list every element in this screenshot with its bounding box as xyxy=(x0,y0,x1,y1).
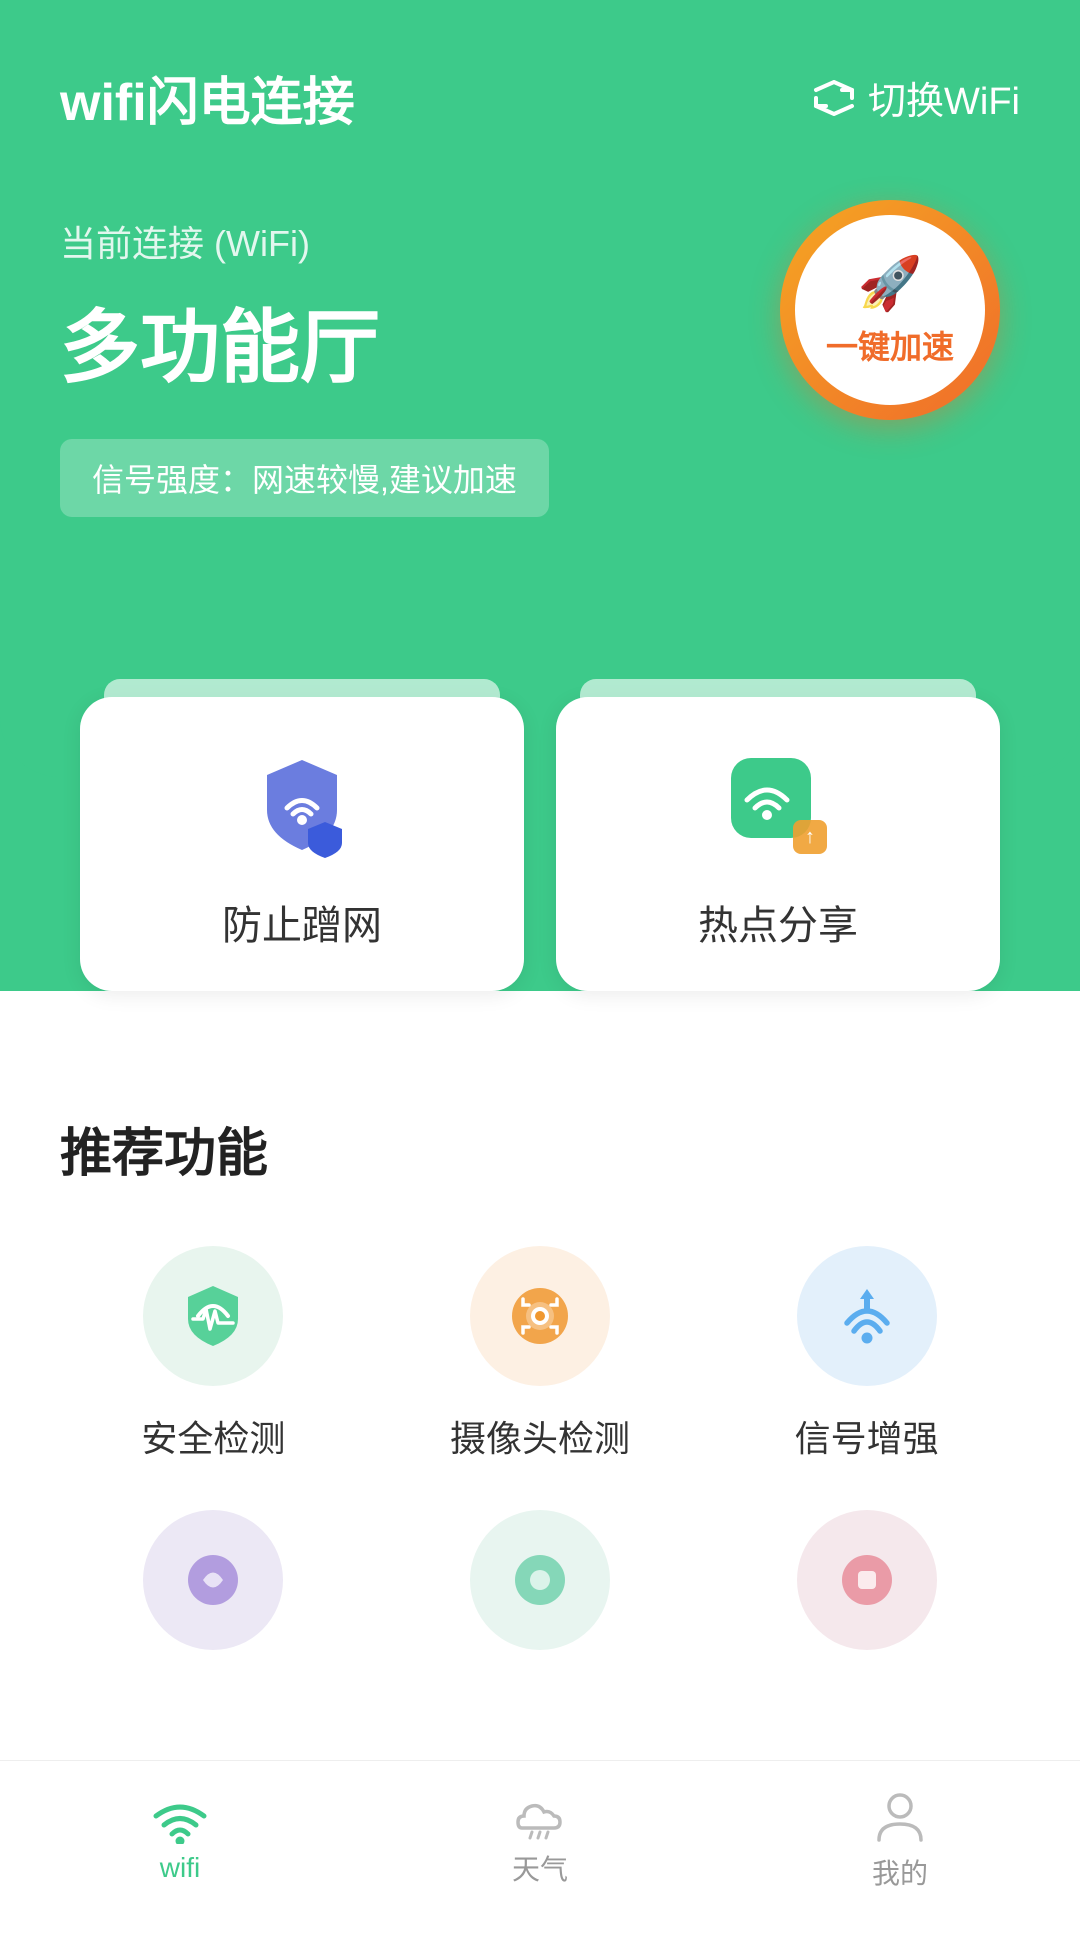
nav-mine-item[interactable]: 我的 xyxy=(720,1790,1080,1892)
header-section: wifi闪电连接 切换WiFi 当前连接 (WiFi) 多功能厅 信号强度：网速… xyxy=(0,0,1080,777)
wifi-nav-icon xyxy=(152,1798,208,1844)
feature5-icon-bg xyxy=(470,1510,610,1650)
nav-weather-item[interactable]: 天气 xyxy=(360,1794,720,1888)
camera-check-item[interactable]: 摄像头检测 xyxy=(387,1246,694,1462)
security-check-item[interactable]: 安全检测 xyxy=(60,1246,367,1462)
top-bar: wifi闪电连接 切换WiFi xyxy=(60,60,1020,135)
nav-wifi-label: wifi xyxy=(160,1852,200,1884)
switch-wifi-icon xyxy=(812,80,856,116)
security-check-label: 安全检测 xyxy=(141,1410,285,1462)
signal-boost-icon-bg xyxy=(797,1246,937,1386)
speed-button-inner: 🚀 一键加速 xyxy=(795,215,985,405)
camera-check-icon-bg xyxy=(470,1246,610,1386)
anti-freeload-label: 防止蹭网 xyxy=(222,893,382,951)
speed-button[interactable]: 🚀 一键加速 xyxy=(780,200,1000,420)
nav-mine-label: 我的 xyxy=(872,1852,928,1892)
switch-wifi-button[interactable]: 切换WiFi xyxy=(812,70,1020,125)
feature6-item[interactable] xyxy=(713,1510,1020,1674)
feature4-icon-bg xyxy=(143,1510,283,1650)
feature5-item[interactable] xyxy=(387,1510,694,1674)
signal-boost-item[interactable]: 信号增强 xyxy=(713,1246,1020,1462)
svg-text:↑: ↑ xyxy=(805,826,815,848)
signal-boost-label: 信号增强 xyxy=(795,1410,939,1462)
anti-freeload-card[interactable]: 防止蹭网 xyxy=(80,697,524,991)
hotspot-share-icon: ↑ xyxy=(718,745,838,865)
speed-text: 一键加速 xyxy=(826,322,954,368)
recommended-title: 推荐功能 xyxy=(60,1111,1020,1186)
nav-wifi-item[interactable]: wifi xyxy=(0,1798,360,1884)
camera-check-label: 摄像头检测 xyxy=(450,1410,630,1462)
feature4-item[interactable] xyxy=(60,1510,367,1674)
weather-nav-icon xyxy=(510,1794,570,1840)
hotspot-share-card[interactable]: ↑ 热点分享 xyxy=(556,697,1000,991)
feature6-icon-bg xyxy=(797,1510,937,1650)
switch-wifi-label: 切换WiFi xyxy=(868,70,1020,125)
nav-weather-label: 天气 xyxy=(512,1848,568,1888)
features-grid: 安全检测 摄像头检测 xyxy=(60,1246,1020,1674)
hotspot-share-label: 热点分享 xyxy=(698,893,858,951)
app-title: wifi闪电连接 xyxy=(60,60,355,135)
feature-cards-row: 防止蹭网 ↑ 热点分享 xyxy=(40,697,1040,991)
signal-badge: 信号强度：网速较慢,建议加速 xyxy=(60,439,549,517)
security-check-icon-bg xyxy=(143,1246,283,1386)
bottom-nav: wifi 天气 我的 xyxy=(0,1760,1080,1920)
rocket-icon: 🚀 xyxy=(858,253,923,314)
anti-freeload-icon xyxy=(242,745,362,865)
mine-nav-icon xyxy=(875,1790,925,1844)
